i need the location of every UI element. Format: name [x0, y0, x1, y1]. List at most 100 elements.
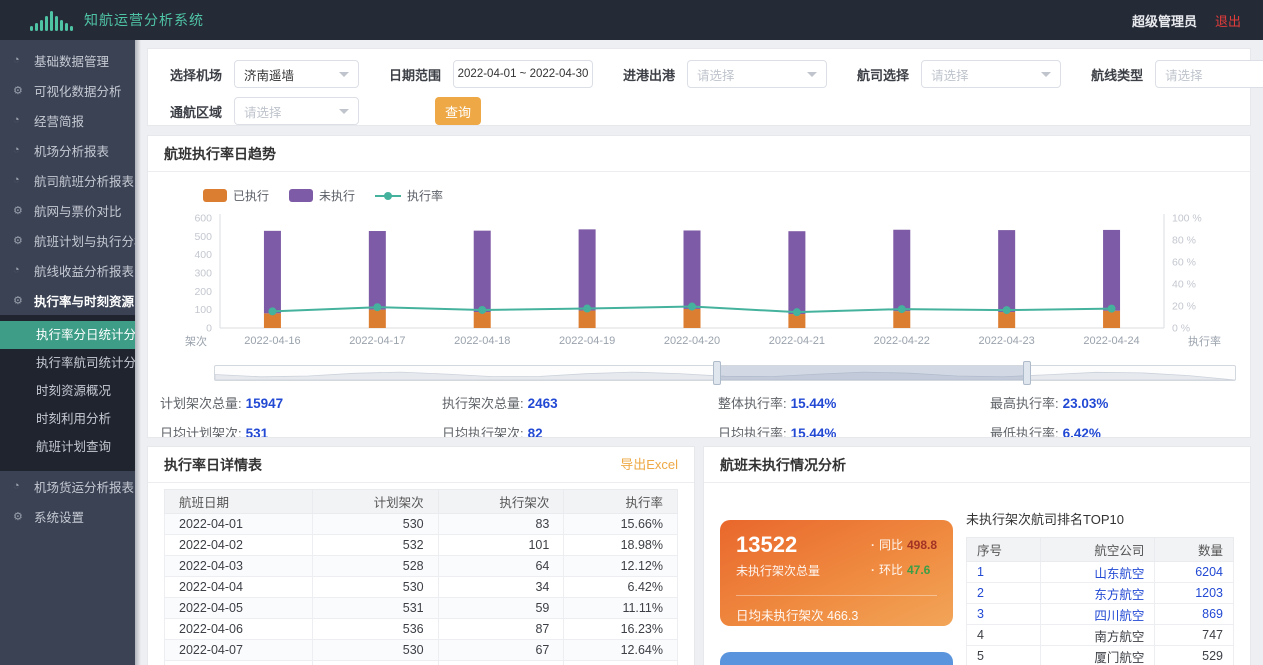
sidebar-item[interactable]: ◔航线收益分析报表	[0, 255, 135, 285]
airline-name-cell[interactable]: 山东航空	[1041, 562, 1155, 583]
sidebar-item[interactable]: ◔基础数据管理	[0, 45, 135, 75]
sidebar-item[interactable]: ⚙航班计划与执行分析	[0, 225, 135, 255]
sidebar-item[interactable]: ⚙可视化数据分析	[0, 75, 135, 105]
region-select-placeholder: 请选择	[244, 102, 282, 121]
table-row: 2022-04-085277213.66%	[165, 661, 678, 665]
datazoom-selection[interactable]	[717, 366, 1027, 380]
top10-col-header: 数量	[1155, 538, 1234, 562]
sidebar-subitem[interactable]: 航班计划查询	[0, 433, 135, 461]
table-cell: 531	[312, 598, 438, 619]
daily-unexecuted-label: 日均未执行架次	[736, 609, 824, 623]
search-button[interactable]: 查询	[435, 97, 481, 125]
top10-col-header: 序号	[967, 538, 1041, 562]
export-excel-link[interactable]: 导出Excel	[620, 447, 678, 483]
stat-item: 计划架次总量: 15947	[160, 393, 442, 412]
legend-item-bar[interactable]: 已执行	[203, 187, 269, 204]
datazoom-handle-left[interactable]	[713, 361, 721, 385]
logout-link[interactable]: 退出	[1215, 11, 1241, 30]
legend-bar-swatch	[203, 189, 227, 202]
stat-item: 日均执行率:15.44%	[718, 423, 990, 438]
table-row: 2022-04-0253210118.98%	[165, 535, 678, 556]
datazoom-slider[interactable]	[214, 365, 1236, 381]
stat-label: 执行架次总量:	[442, 396, 524, 411]
top10-row[interactable]: 3四川航空869	[967, 604, 1234, 625]
svg-text:2022-04-20: 2022-04-20	[664, 335, 720, 347]
airline-select[interactable]: 请选择	[921, 60, 1061, 88]
sidebar-item-label: 航线收益分析报表	[34, 261, 134, 280]
count-cell[interactable]: 6204	[1155, 562, 1234, 583]
table-cell: 530	[312, 514, 438, 535]
route-type-select-placeholder: 请选择	[1165, 65, 1203, 84]
chevron-down-icon	[339, 72, 349, 82]
table-cell: 13.66%	[564, 661, 678, 665]
stat-value: 15.44%	[791, 396, 837, 411]
airline-name-cell[interactable]: 东方航空	[1041, 583, 1155, 604]
unexecuted-panel-title: 航班未执行情况分析	[720, 447, 846, 483]
count-cell[interactable]: 1203	[1155, 583, 1234, 604]
chevron-down-icon	[1041, 72, 1051, 82]
sidebar-item[interactable]: ◔机场分析报表	[0, 135, 135, 165]
rank-cell[interactable]: 3	[967, 604, 1041, 625]
daily-unexecuted-value: 466.3	[827, 609, 858, 623]
airport-select[interactable]: 济南遥墙	[234, 60, 359, 88]
secondary-kpi-card	[720, 652, 953, 665]
legend-item-bar[interactable]: 未执行	[289, 187, 355, 204]
sidebar-item[interactable]: ◔航司航班分析报表	[0, 165, 135, 195]
sidebar-subitem[interactable]: 时刻资源概况	[0, 377, 135, 405]
datazoom-handle-right[interactable]	[1023, 361, 1031, 385]
count-cell: 747	[1155, 625, 1234, 646]
stat-label: 计划架次总量:	[160, 396, 242, 411]
stat-label: 最高执行率:	[990, 396, 1059, 411]
top10-airlines-table: 序号航空公司数量1山东航空62042东方航空12033四川航空8694南方航空7…	[966, 537, 1234, 665]
detail-col-header: 执行率	[564, 490, 678, 514]
detail-col-header: 计划架次	[312, 490, 438, 514]
svg-text:2022-04-17: 2022-04-17	[349, 335, 405, 347]
table-row: 2022-04-015308315.66%	[165, 514, 678, 535]
inout-select[interactable]: 请选择	[687, 60, 827, 88]
stat-item: 执行架次总量: 2463	[442, 393, 718, 412]
date-range-input[interactable]: 2022-04-01 ~ 2022-04-30	[453, 60, 593, 88]
stat-value: 15947	[246, 396, 284, 411]
table-cell: 15.66%	[564, 514, 678, 535]
region-select[interactable]: 请选择	[234, 97, 359, 125]
gear-icon: ⚙	[13, 294, 27, 307]
sidebar-item[interactable]: ◔经营简报	[0, 105, 135, 135]
count-cell[interactable]: 869	[1155, 604, 1234, 625]
table-cell: 72	[438, 661, 564, 665]
mom-value: 47.6	[907, 563, 930, 577]
legend-line-swatch	[375, 195, 401, 197]
sidebar-item[interactable]: ◔ 机场货运分析报表	[0, 471, 135, 501]
count-cell: 529	[1155, 646, 1234, 665]
airport-filter-label: 选择机场	[170, 65, 222, 84]
sidebar-item[interactable]: ⚙系统设置	[0, 501, 135, 531]
svg-text:20 %: 20 %	[1172, 301, 1196, 313]
sidebar-item-label: 机场货运分析报表	[34, 477, 134, 496]
app-header: 知航运营分析系统 超级管理员 退出	[0, 0, 1263, 40]
gauge-icon: ◔	[13, 480, 27, 492]
sidebar-item[interactable]: ⚙航网与票价对比	[0, 195, 135, 225]
table-row: 2022-04-065368716.23%	[165, 619, 678, 640]
rank-cell[interactable]: 1	[967, 562, 1041, 583]
route-type-select[interactable]: 请选择	[1155, 60, 1263, 88]
legend-item-line[interactable]: 执行率	[375, 187, 443, 204]
table-cell: 2022-04-07	[165, 640, 313, 661]
gauge-icon: ◔	[13, 114, 27, 126]
sidebar-subitem[interactable]: 执行率航司统计分析	[0, 349, 135, 377]
stat-value: 2463	[528, 396, 558, 411]
svg-text:2022-04-23: 2022-04-23	[979, 335, 1035, 347]
gear-icon: ⚙	[13, 234, 27, 247]
top10-row[interactable]: 1山东航空6204	[967, 562, 1234, 583]
bottom-row: 执行率日详情表 导出Excel 航班日期计划架次执行架次执行率2022-04-0…	[147, 446, 1251, 665]
sidebar-item[interactable]: ⚙执行率与时刻资源	[0, 285, 135, 315]
table-cell: 530	[312, 577, 438, 598]
detail-panel-title: 执行率日详情表	[164, 447, 262, 483]
sidebar-subitem[interactable]: 时刻利用分析	[0, 405, 135, 433]
airline-name-cell[interactable]: 四川航空	[1041, 604, 1155, 625]
stat-label: 整体执行率:	[718, 396, 787, 411]
filter-panel: 选择机场 济南遥墙 日期范围 2022-04-01 ~ 2022-04-30 进…	[147, 48, 1251, 126]
sidebar-subitem-active[interactable]: 执行率分日统计分析	[0, 321, 135, 349]
rank-cell[interactable]: 2	[967, 583, 1041, 604]
table-cell: 527	[312, 661, 438, 665]
table-cell: 12.64%	[564, 640, 678, 661]
top10-row[interactable]: 2东方航空1203	[967, 583, 1234, 604]
